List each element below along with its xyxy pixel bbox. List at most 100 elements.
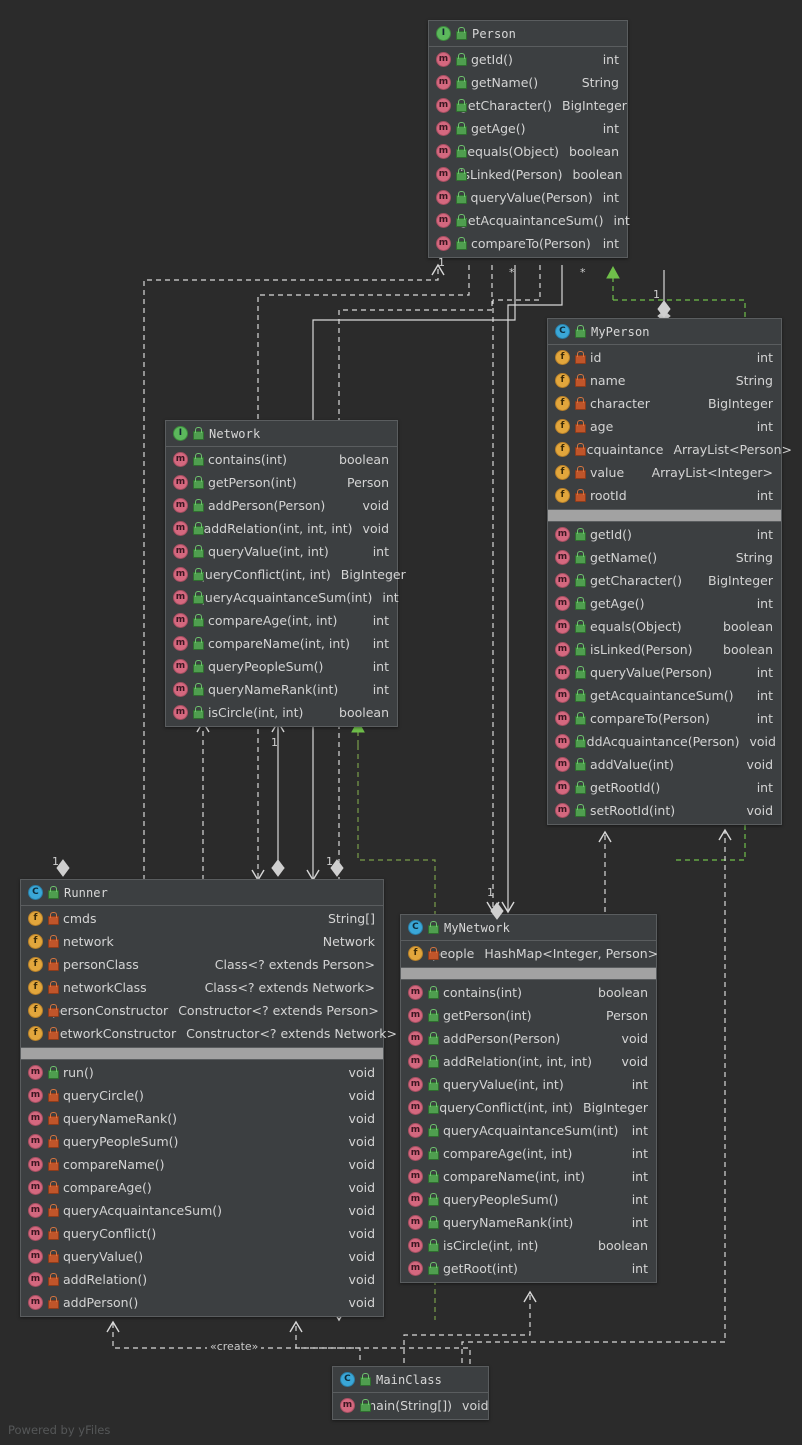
member-row[interactable]: m getAcquaintanceSum() int [429, 209, 630, 232]
member-row[interactable]: f id int [548, 346, 781, 369]
member-name: getName() [590, 550, 658, 565]
method-icon: m [436, 52, 451, 67]
member-row[interactable]: m isLinked(Person) boolean [548, 638, 781, 661]
member-row[interactable]: f character BigInteger [548, 392, 781, 415]
public-lock-icon [192, 476, 204, 489]
member-row[interactable]: m addValue(int) void [548, 753, 781, 776]
member-row[interactable]: m queryConflict(int, int) BigInteger [166, 563, 406, 586]
member-row[interactable]: m queryNameRank(int) int [166, 678, 397, 701]
member-row[interactable]: m getCharacter() BigInteger [429, 94, 627, 117]
class-name: Runner [64, 885, 108, 900]
public-lock-icon [574, 528, 586, 541]
member-row[interactable]: m queryPeopleSum() void [21, 1130, 383, 1153]
public-lock-icon [574, 804, 586, 817]
method-icon: m [173, 475, 188, 490]
member-row[interactable]: m queryValue() void [21, 1245, 383, 1268]
member-row[interactable]: m compareTo(Person) int [548, 707, 781, 730]
member-row[interactable]: m setRootId(int) void [548, 799, 781, 822]
member-row[interactable]: m compareAge(int, int) int [166, 609, 397, 632]
member-row[interactable]: m addRelation(int, int, int) void [166, 517, 397, 540]
member-row[interactable]: m compareName() void [21, 1153, 383, 1176]
class-box-runner[interactable]: C Runner f cmds String[] f network Netwo… [20, 879, 397, 1317]
member-row[interactable]: f acquaintance ArrayList<Person> [548, 438, 792, 461]
member-type: int [602, 52, 619, 67]
member-row[interactable]: m contains(int) boolean [166, 448, 397, 471]
member-name: networkClass [63, 980, 147, 995]
member-row[interactable]: m getName() String [429, 71, 627, 94]
class-box-person[interactable]: I Person m getId() int m getName() Strin… [428, 20, 630, 258]
member-row[interactable]: m queryValue(Person) int [429, 186, 627, 209]
member-row[interactable]: m getId() int [548, 523, 781, 546]
member-row[interactable]: m addPerson(Person) void [401, 1027, 656, 1050]
member-row[interactable]: m compareTo(Person) int [429, 232, 627, 255]
member-row[interactable]: m getId() int [429, 48, 627, 71]
class-box-mynetwork[interactable]: C MyNetwork f people HashMap<Integer, Pe… [400, 914, 658, 1283]
member-row[interactable]: m getAcquaintanceSum() int [548, 684, 781, 707]
member-row[interactable]: m queryValue(int, int) int [401, 1073, 656, 1096]
member-row[interactable]: m getRoot(int) int [401, 1257, 656, 1280]
member-row[interactable]: m queryValue(int, int) int [166, 540, 397, 563]
member-row[interactable]: f network Network [21, 930, 383, 953]
class-box-mainclass[interactable]: C MainClass m main(String[]) void [332, 1366, 489, 1420]
member-row[interactable]: m addPerson() void [21, 1291, 383, 1314]
method-icon: m [173, 567, 188, 582]
member-row[interactable]: m queryAcquaintanceSum() void [21, 1199, 383, 1222]
member-row[interactable]: m contains(int) boolean [401, 981, 656, 1004]
member-row[interactable]: f personClass Class<? extends Person> [21, 953, 383, 976]
member-row[interactable]: m getAge() int [429, 117, 627, 140]
member-row[interactable]: m queryCircle() void [21, 1084, 383, 1107]
member-row[interactable]: m equals(Object) boolean [429, 140, 627, 163]
member-row[interactable]: m isCircle(int, int) boolean [166, 701, 397, 724]
member-row[interactable]: m isCircle(int, int) boolean [401, 1234, 656, 1257]
member-row[interactable]: m compareAge() void [21, 1176, 383, 1199]
member-row[interactable]: m queryPeopleSum() int [166, 655, 397, 678]
member-row[interactable]: m queryValue(Person) int [548, 661, 781, 684]
methods-section: m getId() int m getName() String m getCh… [548, 522, 781, 824]
member-row[interactable]: m isLinked(Person) boolean [429, 163, 627, 186]
public-lock-icon [427, 1147, 439, 1160]
member-row[interactable]: f cmds String[] [21, 907, 383, 930]
method-icon: m [28, 1295, 43, 1310]
member-row[interactable]: m getName() String [548, 546, 781, 569]
member-type: void [362, 521, 389, 536]
class-box-network[interactable]: I Network m contains(int) boolean m getP… [165, 420, 406, 727]
member-row[interactable]: f people HashMap<Integer, Person> [401, 942, 658, 965]
member-row[interactable]: m equals(Object) boolean [548, 615, 781, 638]
member-row[interactable]: m compareName(int, int) int [166, 632, 397, 655]
member-row[interactable]: f personConstructor Constructor<? extend… [21, 999, 383, 1022]
member-row[interactable]: m getCharacter() BigInteger [548, 569, 781, 592]
member-row[interactable]: f age int [548, 415, 781, 438]
member-row[interactable]: m getPerson(int) Person [401, 1004, 656, 1027]
member-row[interactable]: m getRootId() int [548, 776, 781, 799]
member-row[interactable]: m addRelation(int, int, int) void [401, 1050, 656, 1073]
member-row[interactable]: m compareAge(int, int) int [401, 1142, 656, 1165]
member-row[interactable]: m compareName(int, int) int [401, 1165, 656, 1188]
method-icon: m [555, 757, 570, 772]
member-row[interactable]: m getAge() int [548, 592, 781, 615]
member-name: networkConstructor [52, 1026, 177, 1041]
public-lock-icon [192, 660, 204, 673]
method-icon: m [340, 1398, 355, 1413]
member-row[interactable]: m queryAcquaintanceSum(int) int [401, 1119, 656, 1142]
member-row[interactable]: m getPerson(int) Person [166, 471, 397, 494]
member-row[interactable]: m queryNameRank() void [21, 1107, 383, 1130]
member-row[interactable]: m queryAcquaintanceSum(int) int [166, 586, 399, 609]
member-row[interactable]: m queryNameRank(int) int [401, 1211, 656, 1234]
member-row[interactable]: m queryConflict(int, int) BigInteger [401, 1096, 656, 1119]
member-row[interactable]: f networkClass Class<? extends Network> [21, 976, 383, 999]
member-row[interactable]: m queryConflict() void [21, 1222, 383, 1245]
private-lock-icon [47, 981, 59, 994]
private-lock-icon [47, 1273, 59, 1286]
member-row[interactable]: f name String [548, 369, 781, 392]
member-row[interactable]: m addAcquaintance(Person) void [548, 730, 781, 753]
class-box-myperson[interactable]: C MyPerson f id int f name String f char… [547, 318, 792, 825]
member-row[interactable]: m addRelation() void [21, 1268, 383, 1291]
member-row[interactable]: m addPerson(Person) void [166, 494, 397, 517]
member-row[interactable]: m queryPeopleSum() int [401, 1188, 656, 1211]
member-row[interactable]: f rootId int [548, 484, 781, 507]
field-icon: f [28, 911, 43, 926]
member-row[interactable]: m main(String[]) void [333, 1394, 489, 1417]
member-row[interactable]: f networkConstructor Constructor<? exten… [21, 1022, 397, 1045]
member-row[interactable]: f value ArrayList<Integer> [548, 461, 781, 484]
member-row[interactable]: m run() void [21, 1061, 383, 1084]
